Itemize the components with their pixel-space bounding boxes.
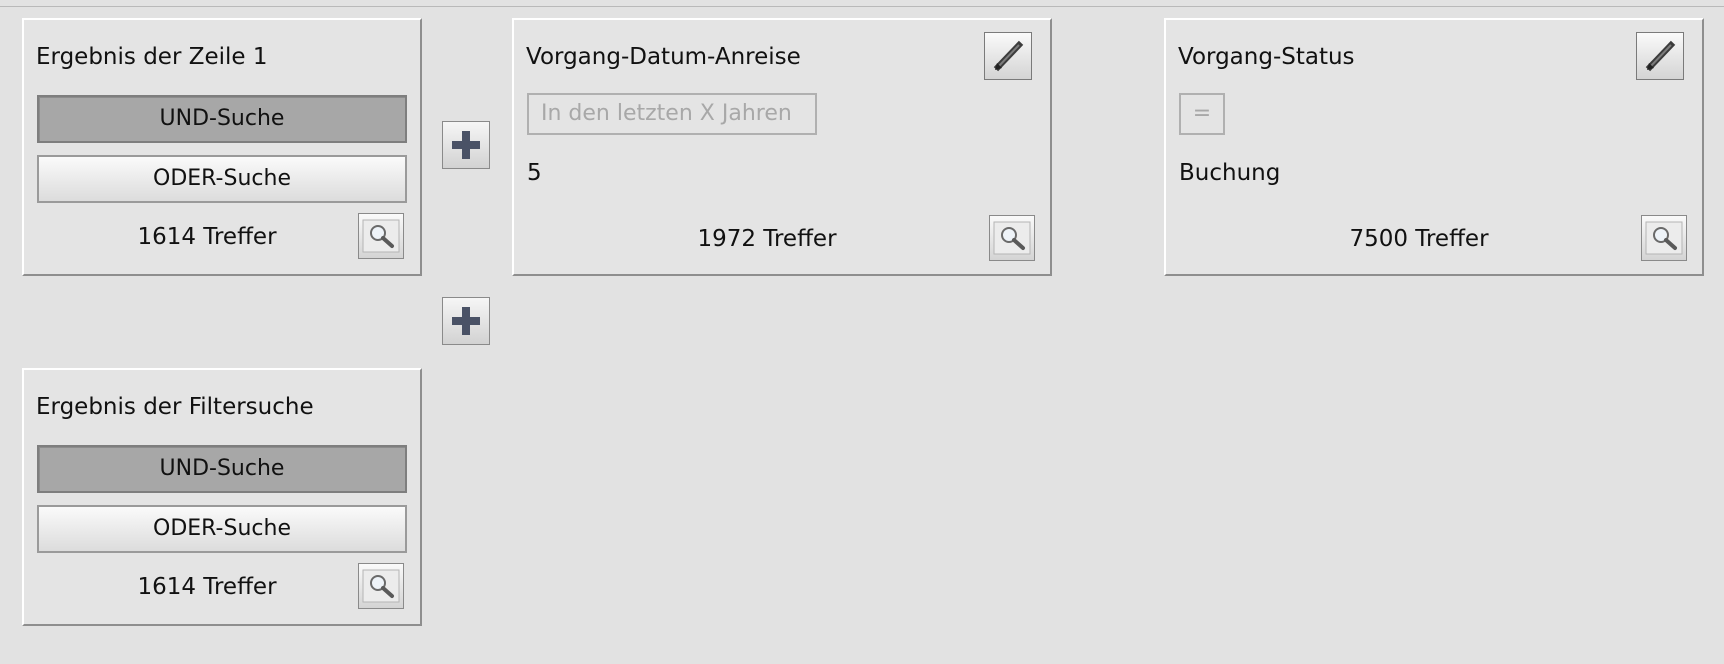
row1-and-search-button[interactable]: UND-Suche [37, 95, 407, 143]
filter-anreise-title: Vorgang-Datum-Anreise [526, 44, 801, 70]
filter-result-hit-count: 1614 Treffer [137, 574, 277, 600]
row1-or-search-button[interactable]: ODER-Suche [37, 155, 407, 203]
pencil-icon [1645, 40, 1676, 72]
add-row-button[interactable] [442, 297, 490, 345]
filter-and-search-button[interactable]: UND-Suche [37, 445, 407, 493]
magnifier-icon [993, 221, 1031, 255]
filter-result-show-results-button[interactable] [358, 563, 404, 609]
row1-result-panel: Ergebnis der Zeile 1 UND-Suche ODER-Such… [22, 18, 422, 276]
filter-result-panel: Ergebnis der Filtersuche UND-Suche ODER-… [22, 368, 422, 626]
filter-or-search-button[interactable]: ODER-Suche [37, 505, 407, 553]
filter-anreise-operator: In den letzten X Jahren [527, 93, 817, 135]
filter-status-value: Buchung [1179, 160, 1281, 186]
filter-anreise-panel: Vorgang-Datum-Anreise In den letzten X J… [512, 18, 1052, 276]
filter-status-edit-button[interactable] [1636, 32, 1684, 80]
filter-result-title: Ergebnis der Filtersuche [36, 394, 314, 420]
magnifier-icon [1645, 221, 1683, 255]
filter-anreise-hit-count: 1972 Treffer [697, 226, 837, 252]
plus-icon [452, 307, 480, 335]
filter-status-panel: Vorgang-Status = Buchung 7500 Treffer [1164, 18, 1704, 276]
filter-anreise-value: 5 [527, 160, 542, 186]
filter-status-hit-count: 7500 Treffer [1349, 226, 1489, 252]
add-filter-row1-button[interactable] [442, 121, 490, 169]
filter-anreise-show-results-button[interactable] [989, 215, 1035, 261]
plus-icon [452, 131, 480, 159]
row1-hit-count: 1614 Treffer [137, 224, 277, 250]
filter-status-operator: = [1179, 93, 1225, 135]
magnifier-icon [362, 219, 400, 253]
row1-show-results-button[interactable] [358, 213, 404, 259]
filter-status-show-results-button[interactable] [1641, 215, 1687, 261]
magnifier-icon [362, 569, 400, 603]
filter-anreise-edit-button[interactable] [984, 32, 1032, 80]
row1-result-title: Ergebnis der Zeile 1 [36, 44, 268, 70]
filter-status-title: Vorgang-Status [1178, 44, 1355, 70]
pencil-icon [993, 40, 1024, 72]
top-divider [0, 6, 1724, 7]
